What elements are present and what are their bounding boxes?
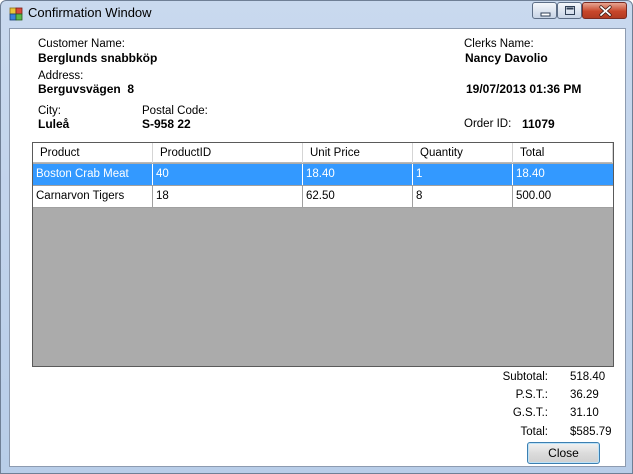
customer-name-label: Customer Name:	[38, 38, 125, 50]
title-bar[interactable]: Confirmation Window	[1, 1, 633, 27]
maximize-button[interactable]	[557, 2, 582, 19]
pst-value: 36.29	[570, 389, 599, 401]
close-button[interactable]: Close	[527, 442, 600, 464]
client-area: Customer Name: Berglunds snabbköp Addres…	[9, 28, 626, 467]
clerk-name-value: Nancy Davolio	[465, 51, 548, 65]
app-window-icon	[9, 7, 23, 21]
cell-quantity[interactable]: 1	[413, 164, 513, 185]
column-header-quantity[interactable]: Quantity	[413, 143, 513, 163]
order-items-grid[interactable]: Product ProductID Unit Price Quantity To…	[32, 142, 614, 367]
close-icon	[599, 5, 612, 17]
cell-total[interactable]: 18.40	[513, 164, 613, 185]
gst-value: 31.10	[570, 407, 599, 419]
total-label: Total:	[520, 426, 549, 438]
minimize-icon	[540, 12, 551, 17]
column-header-product[interactable]: Product	[33, 143, 153, 163]
cell-productid[interactable]: 40	[153, 164, 303, 185]
postal-code-value: S-958 22	[142, 117, 191, 131]
city-value: Luleå	[38, 117, 70, 131]
cell-total[interactable]: 500.00	[513, 186, 613, 207]
gst-label: G.S.T.:	[512, 407, 548, 419]
cell-quantity[interactable]: 8	[413, 186, 513, 207]
order-id-label: Order ID:	[464, 118, 512, 130]
postal-code-label: Postal Code:	[142, 105, 208, 117]
pst-label: P.S.T.:	[515, 389, 548, 401]
cell-product[interactable]: Boston Crab Meat	[33, 164, 153, 185]
column-header-productid[interactable]: ProductID	[153, 143, 303, 163]
order-datetime: 19/07/2013 01:36 PM	[466, 82, 582, 96]
column-header-unit-price[interactable]: Unit Price	[303, 143, 413, 163]
address-label: Address:	[38, 70, 84, 82]
address-value: Berguvsvägen 8	[38, 82, 135, 96]
maximize-icon	[565, 6, 575, 15]
order-id-value: 11079	[522, 117, 555, 131]
table-row[interactable]: Carnarvon Tigers 18 62.50 8 500.00	[33, 186, 613, 208]
minimize-button[interactable]	[532, 2, 557, 19]
cell-unit-price[interactable]: 18.40	[303, 164, 413, 185]
grid-header: Product ProductID Unit Price Quantity To…	[33, 143, 613, 163]
column-header-total[interactable]: Total	[513, 143, 613, 163]
subtotal-value: 518.40	[570, 371, 606, 383]
total-value: $585.79	[570, 426, 612, 438]
cell-unit-price[interactable]: 62.50	[303, 186, 413, 207]
clerk-name-label: Clerks Name:	[464, 38, 534, 50]
subtotal-label: Subtotal:	[502, 371, 548, 383]
cell-productid[interactable]: 18	[153, 186, 303, 207]
confirmation-window: Confirmation Window Customer Name: Bergl…	[0, 0, 633, 474]
table-row[interactable]: Boston Crab Meat 40 18.40 1 18.40	[33, 164, 613, 186]
cell-product[interactable]: Carnarvon Tigers	[33, 186, 153, 207]
city-label: City:	[38, 105, 61, 117]
window-title: Confirmation Window	[28, 5, 152, 20]
close-window-button[interactable]	[582, 2, 627, 19]
customer-name-value: Berglunds snabbköp	[38, 51, 158, 65]
